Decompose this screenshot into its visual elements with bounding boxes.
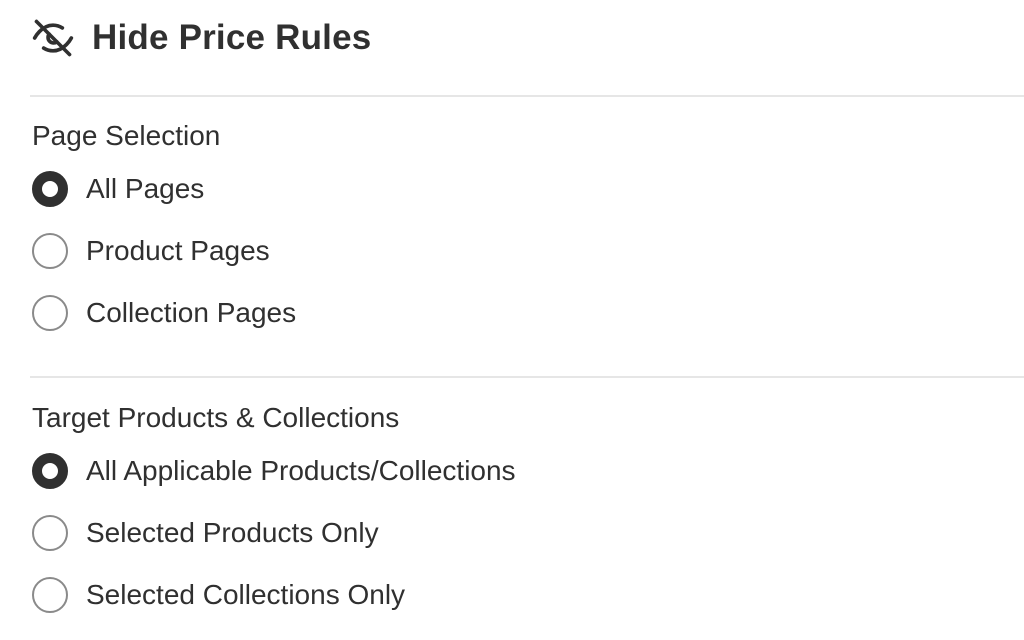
- radio-option-product-pages[interactable]: Product Pages: [32, 220, 1024, 282]
- radio-option-selected-products[interactable]: Selected Products Only: [32, 502, 1024, 564]
- section-title-target-products: Target Products & Collections: [32, 402, 400, 433]
- eye-slash-icon: [30, 15, 76, 61]
- radio-label: Product Pages: [86, 235, 270, 266]
- target-selection-section: Target Products & Collections All Applic…: [32, 398, 1024, 626]
- target-selection-radio-group: All Applicable Products/Collections Sele…: [32, 440, 1024, 626]
- radio-label: All Applicable Products/Collections: [86, 455, 516, 486]
- radio-option-collection-pages[interactable]: Collection Pages: [32, 282, 1024, 344]
- radio-label: Collection Pages: [86, 297, 297, 328]
- page-title: Hide Price Rules: [92, 18, 372, 57]
- radio-option-all-applicable[interactable]: All Applicable Products/Collections: [32, 440, 1024, 502]
- page-selection-radio-group: All Pages Product Pages Collection Pages: [32, 158, 1024, 344]
- divider: [30, 95, 1024, 97]
- radio-label: All Pages: [86, 173, 205, 204]
- page-selection-section: Page Selection All Pages Product Pages C…: [32, 116, 1024, 344]
- radio-button-checked[interactable]: [32, 453, 68, 489]
- radio-label: Selected Products Only: [86, 517, 379, 548]
- radio-label: Selected Collections Only: [86, 579, 406, 610]
- radio-option-selected-collections[interactable]: Selected Collections Only: [32, 564, 1024, 626]
- radio-button[interactable]: [32, 515, 68, 551]
- section-title-page-selection: Page Selection: [32, 120, 221, 151]
- radio-button[interactable]: [32, 295, 68, 331]
- divider: [30, 376, 1024, 378]
- header: Hide Price Rules: [30, 14, 371, 62]
- radio-button[interactable]: [32, 577, 68, 613]
- radio-button[interactable]: [32, 233, 68, 269]
- radio-button-checked[interactable]: [32, 171, 68, 207]
- radio-option-all-pages[interactable]: All Pages: [32, 158, 1024, 220]
